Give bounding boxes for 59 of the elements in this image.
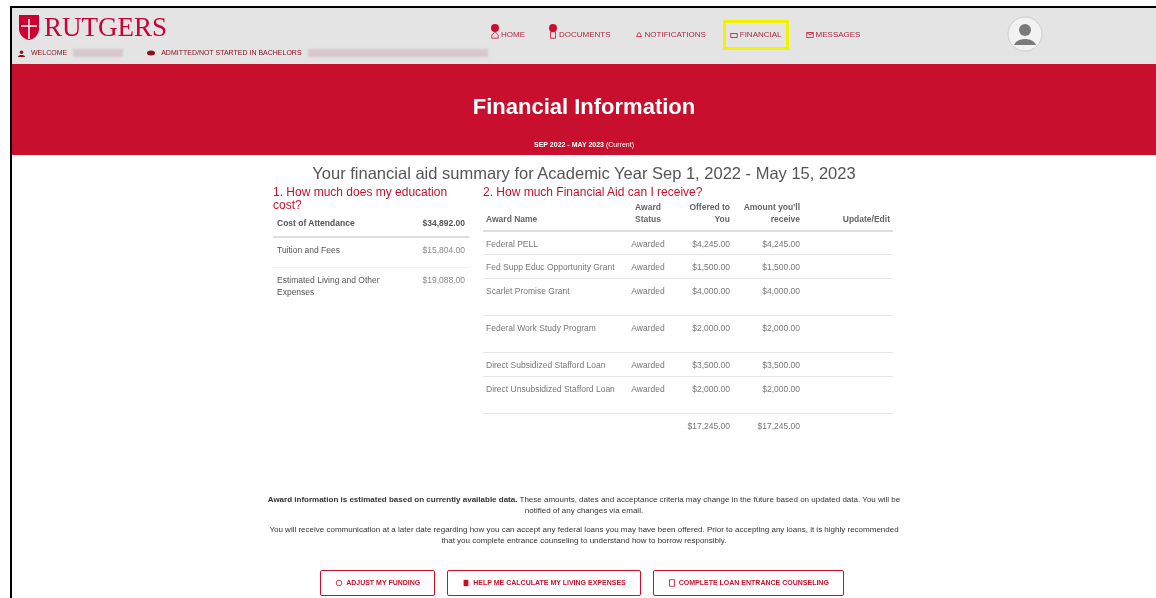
column-header: Offered to You [673, 198, 733, 231]
nav-link[interactable]: MESSAGES [798, 20, 868, 50]
notice-text: You will receive communication at a later date regarding how you can accept any federal loans you may have been offered. Prior to accepting any loans, it is highly recommended that you complete entrance counseling to understand how to borrow responsibly. [268, 523, 900, 546]
avatar-icon[interactable] [1007, 16, 1043, 52]
page-title: Financial Information [472, 93, 696, 121]
logo-text: RUTGERS [44, 13, 168, 41]
nav-link[interactable]: DOCUMENTS [542, 20, 618, 50]
table-header: Cost of Attendance [277, 217, 355, 230]
table-cell: Awarded [623, 352, 673, 377]
redacted-name [73, 49, 124, 58]
circle-icon [335, 578, 344, 587]
table-cell: $4,245.00 [733, 230, 803, 255]
table-cell: $19,088.00 [422, 273, 465, 287]
table-cell: Awarded [623, 278, 673, 316]
table-cell: $4,000.00 [733, 278, 803, 316]
table-cell-text: Estimated Living and Other Expenses [277, 273, 381, 298]
column-header: Amount you'll receive [733, 198, 803, 231]
bell-icon [634, 31, 643, 39]
person-icon [18, 49, 25, 57]
nav-link[interactable]: FINANCIAL [722, 20, 789, 50]
column-header: Award Status [623, 198, 673, 231]
table-cell: $2,000.00 [733, 376, 803, 414]
table-cell: $4,245.00 [673, 230, 733, 255]
table-cell: Awarded [623, 230, 673, 255]
table-header: $34,892.00 [422, 217, 465, 230]
envelope-icon [805, 31, 814, 39]
table-cell: $1,500.00 [673, 254, 733, 279]
total-cell: $17,245.00 [733, 413, 803, 438]
column-header: Award Name [483, 198, 623, 231]
table-cell: Direct Unsubsidized Stafford Loan [483, 376, 623, 414]
table-cell: Awarded [623, 254, 673, 279]
table-cell: Direct Subsidized Stafford Loan [483, 352, 623, 377]
table-cell: $3,500.00 [673, 352, 733, 377]
table-cell: Scarlet Promise Grant [483, 278, 623, 316]
nav-link[interactable]: HOME [484, 20, 532, 50]
nav-link[interactable]: NOTIFICATIONS [627, 20, 713, 50]
table-cell-text: Tuition and Fees [277, 243, 341, 256]
table-cell: $2,000.00 [733, 315, 803, 353]
summary-title: Your financial aid summary for Academic Year Sep 1, 2022 - May 15, 2023 [312, 163, 856, 184]
table-cell: $2,000.00 [673, 376, 733, 414]
table-cell: $1,500.00 [733, 254, 803, 279]
notice-text: Award information is estimated based on currently available data. These amounts, dates and acceptance criteria may change in the future based on updated data. You will be notified of any changes via email. [266, 493, 902, 516]
document-icon [549, 31, 557, 39]
column-header: Update/Edit [803, 198, 893, 231]
shield-logo-icon [18, 13, 40, 41]
section-heading: 2. How much Financial Aid can I receive? [483, 185, 704, 199]
table-cell: Federal Work Study Program [483, 315, 623, 353]
table-cell: $3,500.00 [733, 352, 803, 377]
total-cell: $17,245.00 [673, 413, 733, 438]
document-icon [667, 578, 676, 587]
table-cell: $2,000.00 [673, 315, 733, 353]
money-icon [729, 31, 738, 39]
table-cell: Awarded [623, 315, 673, 353]
table-cell: $15,804.00 [422, 243, 465, 257]
section-heading: 1. How much does my education cost? [273, 185, 449, 212]
table-cell: Federal PELL [483, 230, 623, 255]
table-cell: Awarded [623, 376, 673, 414]
table-cell: $4,000.00 [673, 278, 733, 316]
table-cell: Fed Supp Educ Opportunity Grant [483, 254, 623, 279]
